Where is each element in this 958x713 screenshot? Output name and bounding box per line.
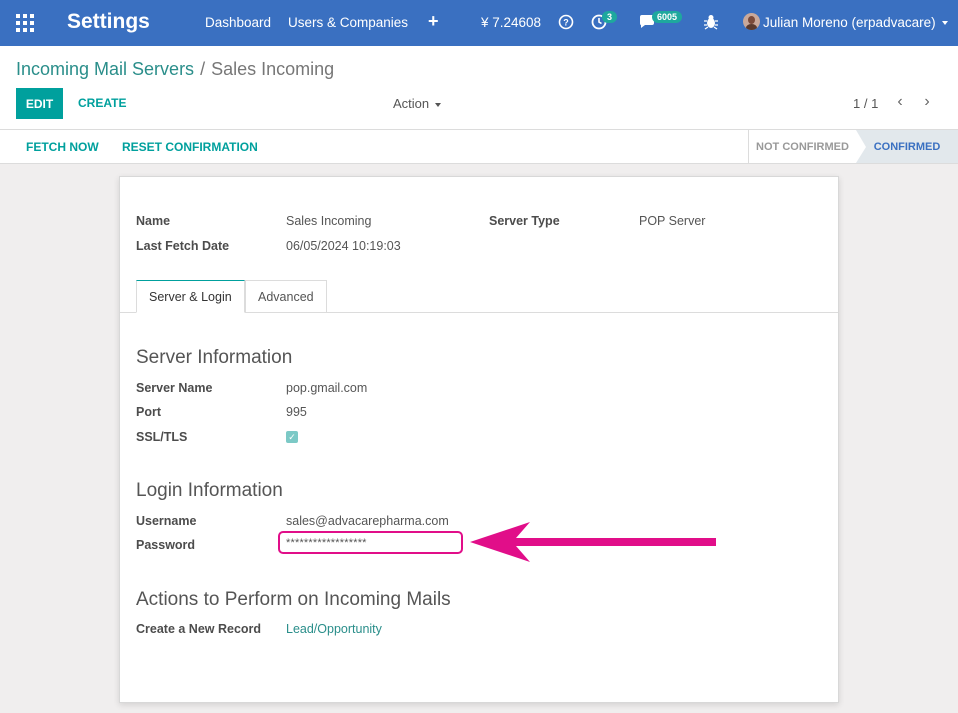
pager-value[interactable]: 1 / 1 <box>853 96 878 111</box>
tab-advanced[interactable]: Advanced <box>245 280 327 313</box>
breadcrumb-current: Sales Incoming <box>211 59 335 79</box>
activity-count-badge: 3 <box>602 11 618 23</box>
top-navbar: Settings Dashboard Users & Companies + ¥… <box>0 0 958 46</box>
nav-users-companies[interactable]: Users & Companies <box>288 15 408 30</box>
pager-previous-icon[interactable]: ‹ <box>892 93 908 111</box>
port-value: 995 <box>286 405 307 419</box>
help-icon[interactable]: ? <box>558 14 574 30</box>
edit-button[interactable]: EDIT <box>16 88 63 119</box>
server-name-value: pop.gmail.com <box>286 381 368 395</box>
last-fetch-value: 06/05/2024 10:19:03 <box>286 239 401 253</box>
action-label: Action <box>393 96 430 111</box>
form-statusbar: FETCH NOW RESET CONFIRMATION NOT CONFIRM… <box>0 130 958 164</box>
action-dropdown[interactable]: Action <box>393 96 442 111</box>
port-label: Port <box>136 405 161 419</box>
user-name: Julian Moreno (erpadvacare) <box>763 15 936 30</box>
svg-text:?: ? <box>563 18 569 28</box>
login-information-heading: Login Information <box>136 480 283 501</box>
name-label: Name <box>136 214 171 228</box>
apps-menu-icon[interactable] <box>16 14 34 32</box>
actions-heading: Actions to Perform on Incoming Mails <box>136 589 451 610</box>
control-panel: Incoming Mail Servers / Sales Incoming EDI… <box>0 46 958 130</box>
currency-rate[interactable]: ¥ 7.24608 <box>481 15 541 30</box>
ssl-tls-checkbox: ✓ <box>286 431 298 443</box>
name-value: Sales Incoming <box>286 214 372 228</box>
form-sheet: Name Sales Incoming Last Fetch Date 06/0… <box>119 176 839 703</box>
create-record-label: Create a New Record <box>136 622 262 636</box>
username-value: sales@advacarepharma.com <box>286 514 449 528</box>
last-fetch-label: Last Fetch Date <box>136 239 230 253</box>
password-label: Password <box>136 538 196 552</box>
user-avatar[interactable] <box>743 13 760 30</box>
stage-arrow-divider <box>856 130 866 163</box>
stage-confirmed[interactable]: CONFIRMED <box>856 130 958 163</box>
ssl-tls-label: SSL/TLS <box>136 430 188 444</box>
create-button[interactable]: CREATE <box>78 96 126 110</box>
messages-count-badge: 6005 <box>652 11 683 23</box>
annotation-arrow-icon <box>470 522 716 562</box>
fetch-now-button[interactable]: FETCH NOW <box>26 140 99 154</box>
app-title[interactable]: Settings <box>67 10 150 34</box>
nav-dashboard[interactable]: Dashboard <box>205 15 271 30</box>
username-label: Username <box>136 514 197 528</box>
breadcrumb-parent[interactable]: Incoming Mail Servers <box>16 59 194 79</box>
server-type-value: POP Server <box>639 214 706 228</box>
plus-icon[interactable]: + <box>428 11 439 32</box>
user-menu[interactable]: Julian Moreno (erpadvacare) <box>763 15 948 30</box>
chevron-down-icon <box>941 21 948 26</box>
chevron-down-icon <box>435 102 442 107</box>
reset-confirmation-button[interactable]: RESET CONFIRMATION <box>122 140 258 154</box>
server-name-label: Server Name <box>136 381 213 395</box>
server-information-heading: Server Information <box>136 347 293 368</box>
debug-bug-icon[interactable] <box>704 14 718 30</box>
tab-server-login[interactable]: Server & Login <box>136 280 245 313</box>
server-type-label: Server Type <box>489 214 560 228</box>
breadcrumb-separator: / <box>200 59 206 79</box>
create-record-link[interactable]: Lead/Opportunity <box>286 622 382 636</box>
pager-next-icon[interactable]: › <box>919 93 935 111</box>
breadcrumb: Incoming Mail Servers / Sales Incoming <box>16 59 334 80</box>
password-value: ****************** <box>286 537 367 549</box>
stage-not-confirmed[interactable]: NOT CONFIRMED <box>748 130 856 163</box>
